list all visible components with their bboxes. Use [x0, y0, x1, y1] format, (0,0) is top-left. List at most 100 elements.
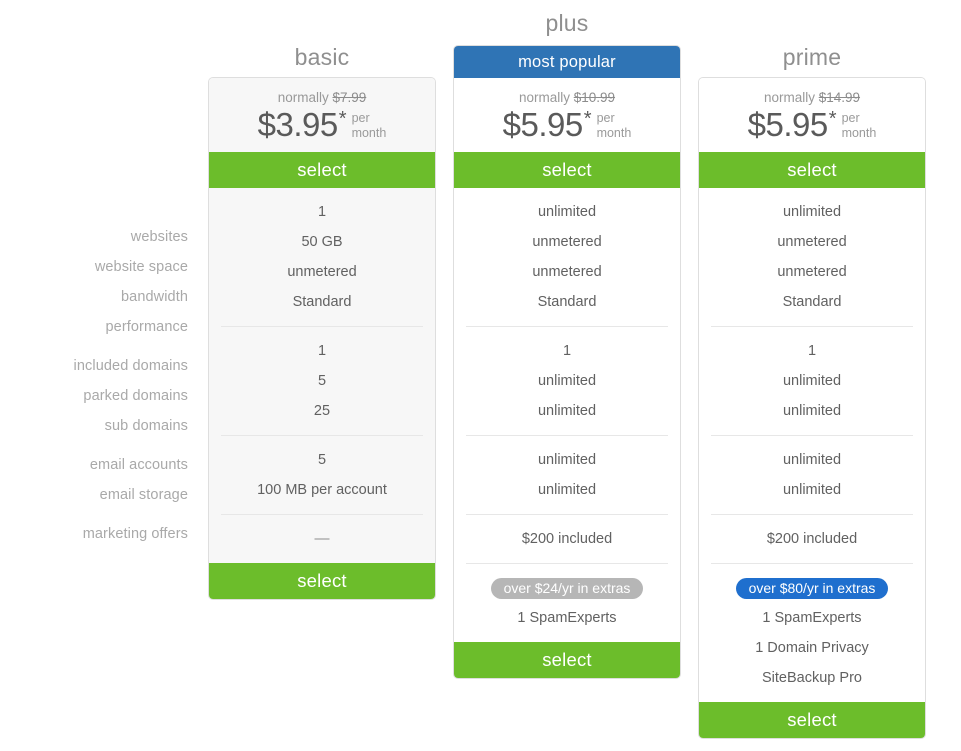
- extras-badge: over $80/yr in extras: [735, 577, 889, 599]
- feature-list: unlimited unmetered unmetered Standard 1 unli…: [699, 188, 925, 702]
- feature-group: 1 unlimited unlimited: [711, 326, 913, 435]
- feature-value: 1 SpamExperts: [517, 610, 617, 626]
- feature-pad: [454, 633, 680, 642]
- feature-value: unmetered: [532, 234, 602, 250]
- feature-group: 1 50 GB unmetered Standard: [209, 197, 435, 326]
- feature-list: unlimited unmetered unmetered Standard 1 unli…: [454, 188, 680, 642]
- per-word: per: [841, 111, 860, 125]
- per-word: per: [351, 111, 370, 125]
- feature-group: unlimited unlimited: [466, 435, 668, 514]
- feature-pad: [209, 188, 435, 197]
- feature-pad: [454, 188, 680, 197]
- feature-value: unlimited: [537, 403, 597, 419]
- per-word: per: [596, 111, 615, 125]
- feature-value: unlimited: [782, 373, 842, 389]
- feature-pad: [699, 188, 925, 197]
- plan-card-prime: normally $14.99 $5.95 * per month select unlim…: [698, 77, 926, 739]
- price-line: $3.95 * per month: [209, 108, 435, 142]
- price-asterisk: *: [583, 108, 592, 130]
- plan-card-box-basic: normally $7.99 $3.95 * per month select 1 50 GB…: [208, 77, 436, 600]
- select-button-bottom-basic[interactable]: select: [209, 563, 435, 599]
- feature-group: 1 5 25: [221, 326, 423, 435]
- pricing-table: websites website space bandwidth performanc…: [0, 0, 961, 751]
- select-button-bottom-prime[interactable]: select: [699, 702, 925, 738]
- normally-price: normally $10.99: [454, 89, 680, 107]
- month-word: month: [841, 126, 877, 140]
- feature-pad: [699, 693, 925, 702]
- normally-prefix: normally: [763, 90, 819, 105]
- feature-value: unlimited: [537, 373, 597, 389]
- feature-value: 1: [317, 343, 327, 359]
- most-popular-banner: most popular: [454, 46, 680, 78]
- month-word: month: [596, 126, 632, 140]
- per-month-text: per month: [352, 111, 387, 141]
- label-group-gap: [0, 441, 196, 450]
- plan-card-box-prime: normally $14.99 $5.95 * per month select unlim…: [698, 77, 926, 739]
- feature-value: Standard: [782, 294, 842, 310]
- feature-value: $200 included: [766, 531, 858, 547]
- feature-value: 1 SpamExperts: [762, 610, 862, 626]
- plan-card-box-plus: most popular normally $10.99 $5.95 * per mont…: [453, 45, 681, 679]
- price-amount: $5.95: [502, 106, 584, 143]
- plan-title-plus: plus: [545, 10, 589, 36]
- plan-title-basic: basic: [294, 44, 350, 70]
- feature-value: 5: [317, 452, 327, 468]
- feature-label: website space: [94, 259, 188, 275]
- feature-label: parked domains: [83, 388, 188, 404]
- feature-list: 1 50 GB unmetered Standard 1 5 25 5 100 MB per a…: [209, 188, 435, 563]
- price-amount: $5.95: [747, 106, 829, 143]
- price-block: normally $14.99 $5.95 * per month: [699, 78, 925, 152]
- feature-value: unlimited: [537, 482, 597, 498]
- feature-value: unlimited: [782, 452, 842, 468]
- feature-value: Standard: [537, 294, 597, 310]
- feature-value: 50 GB: [301, 234, 343, 250]
- feature-pad: [209, 554, 435, 563]
- feature-value: 1: [562, 343, 572, 359]
- feature-value: unlimited: [782, 482, 842, 498]
- feature-group: 5 100 MB per account: [221, 435, 423, 514]
- feature-label: bandwidth: [120, 289, 188, 305]
- select-button-top-plus[interactable]: select: [454, 152, 680, 188]
- feature-value: unmetered: [532, 264, 602, 280]
- price-line: $5.95 * per month: [454, 108, 680, 142]
- price-amount: $3.95: [257, 106, 339, 143]
- label-group-gap: [0, 510, 196, 519]
- feature-value: unmetered: [777, 264, 847, 280]
- select-button-top-basic[interactable]: select: [209, 152, 435, 188]
- feature-group: —: [221, 514, 423, 554]
- feature-value: 1: [807, 343, 817, 359]
- feature-label: sub domains: [104, 418, 188, 434]
- feature-label: websites: [130, 229, 188, 245]
- feature-value: $200 included: [521, 531, 613, 547]
- feature-group: over $24/yr in extras 1 SpamExperts: [466, 563, 668, 633]
- feature-group: unlimited unlimited: [711, 435, 913, 514]
- price-block: normally $10.99 $5.95 * per month: [454, 78, 680, 152]
- select-button-bottom-plus[interactable]: select: [454, 642, 680, 678]
- normally-price: normally $7.99: [209, 89, 435, 107]
- per-month-text: per month: [597, 111, 632, 141]
- feature-label: performance: [105, 319, 188, 335]
- feature-group: unlimited unmetered unmetered Standard: [454, 197, 680, 326]
- feature-value: unlimited: [537, 204, 597, 220]
- normally-price-value: $14.99: [818, 90, 861, 105]
- per-month-text: per month: [842, 111, 877, 141]
- feature-value: 1: [317, 204, 327, 220]
- feature-value: SiteBackup Pro: [762, 670, 862, 686]
- feature-group: over $80/yr in extras 1 SpamExperts 1 Doma…: [711, 563, 913, 693]
- price-line: $5.95 * per month: [699, 108, 925, 142]
- extras-badge-row: over $80/yr in extras: [711, 573, 913, 603]
- label-group-gap: [0, 342, 196, 351]
- plan-card-basic: normally $7.99 $3.95 * per month select 1 50 GB…: [208, 77, 436, 600]
- price-asterisk: *: [338, 108, 347, 130]
- feature-value: 5: [317, 373, 327, 389]
- feature-value: 100 MB per account: [257, 482, 387, 498]
- feature-label: email storage: [99, 487, 188, 503]
- feature-label-column: websites website space bandwidth performanc…: [0, 222, 196, 549]
- normally-price-value: $7.99: [332, 90, 367, 105]
- feature-value: unlimited: [782, 204, 842, 220]
- select-button-top-prime[interactable]: select: [699, 152, 925, 188]
- feature-label: included domains: [73, 358, 188, 374]
- feature-value: —: [314, 530, 330, 547]
- feature-value: unmetered: [777, 234, 847, 250]
- price-block: normally $7.99 $3.95 * per month: [209, 78, 435, 152]
